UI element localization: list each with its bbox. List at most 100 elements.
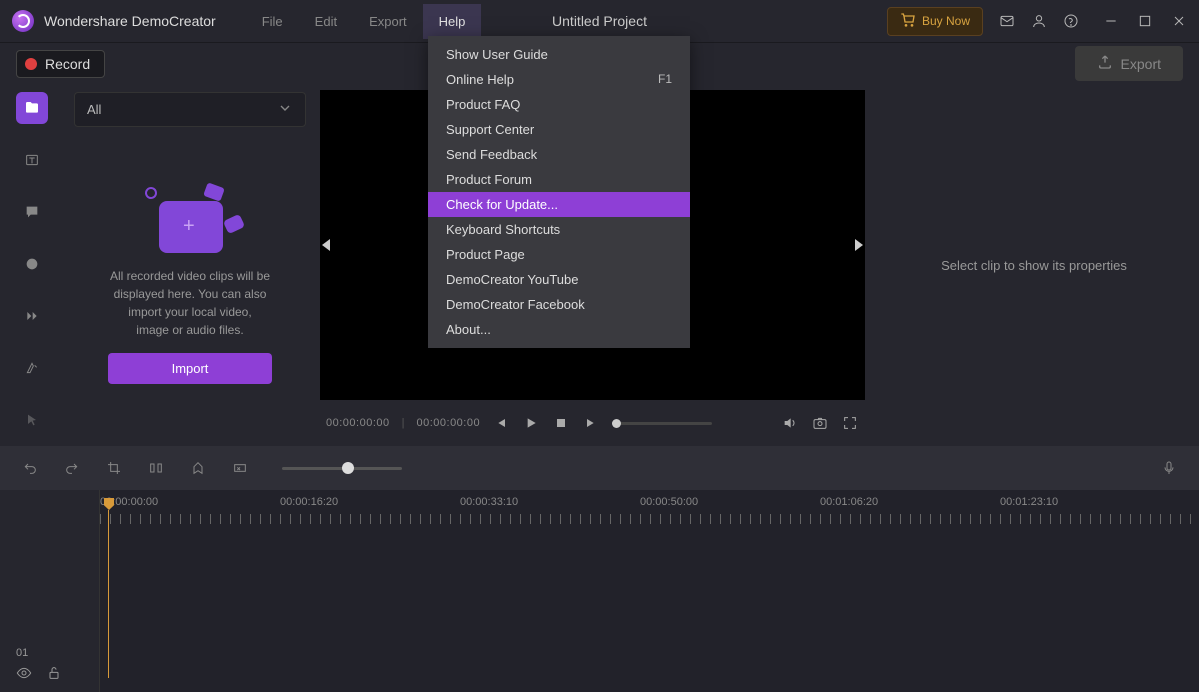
help-menu-item[interactable]: Product Page <box>428 242 690 267</box>
help-menu-item[interactable]: Keyboard Shortcuts <box>428 217 690 242</box>
undo-icon[interactable] <box>20 458 40 478</box>
timeline-ruler[interactable]: 00:00:00:00 00:00:16:20 00:00:33:10 00:0… <box>100 496 1199 532</box>
track-number: 01 <box>16 647 62 659</box>
help-menu-label: Product Page <box>446 247 525 262</box>
window-controls <box>1103 13 1187 29</box>
chevron-down-icon <box>277 100 293 119</box>
minimize-icon[interactable] <box>1103 13 1119 29</box>
help-menu-label: Product FAQ <box>446 97 520 112</box>
help-menu-label: Check for Update... <box>446 197 558 212</box>
help-menu-item[interactable]: Product Forum <box>428 167 690 192</box>
record-button[interactable]: Record <box>16 50 105 78</box>
app-title: Wondershare DemoCreator <box>44 13 216 29</box>
export-icon <box>1097 54 1113 73</box>
help-menu-label: Keyboard Shortcuts <box>446 222 560 237</box>
help-menu-item[interactable]: Check for Update... <box>428 192 690 217</box>
snapshot-icon[interactable] <box>811 414 829 432</box>
redo-icon[interactable] <box>62 458 82 478</box>
play-button-icon[interactable] <box>522 414 540 432</box>
stickers-tab[interactable] <box>16 248 48 280</box>
help-menu-item[interactable]: DemoCreator Facebook <box>428 292 690 317</box>
aspect-icon[interactable] <box>230 458 250 478</box>
cursor-tab[interactable] <box>16 404 48 436</box>
media-library-tab[interactable] <box>16 92 48 124</box>
help-menu-item[interactable]: DemoCreator YouTube <box>428 267 690 292</box>
help-menu-label: Show User Guide <box>446 47 548 62</box>
lock-icon[interactable] <box>46 665 62 684</box>
preview-controls: 00:00:00:00 | 00:00:00:00 <box>316 400 869 446</box>
prev-button-icon[interactable] <box>492 414 510 432</box>
prev-frame-handle-icon[interactable] <box>322 239 330 251</box>
record-dot-icon <box>25 58 37 70</box>
annotation-tab[interactable] <box>16 196 48 228</box>
left-toolbar <box>0 84 64 446</box>
cart-icon <box>900 12 916 31</box>
export-label: Export <box>1121 56 1161 72</box>
fullscreen-icon[interactable] <box>841 414 859 432</box>
buy-now-button[interactable]: Buy Now <box>887 7 983 36</box>
help-menu-label: DemoCreator YouTube <box>446 272 579 287</box>
titlebar-right: Buy Now <box>887 7 1187 36</box>
time-separator: | <box>402 417 405 429</box>
record-label: Record <box>45 56 90 72</box>
help-menu-label: Support Center <box>446 122 534 137</box>
timeline-toolbar <box>0 446 1199 490</box>
media-empty-line: image or audio files. <box>82 321 298 339</box>
help-menu-item[interactable]: Send Feedback <box>428 142 690 167</box>
stop-button-icon[interactable] <box>552 414 570 432</box>
menu-export[interactable]: Export <box>353 4 423 39</box>
marker-icon[interactable] <box>188 458 208 478</box>
properties-panel: Select clip to show its properties <box>869 84 1199 446</box>
ruler-label: 00:01:06:20 <box>820 496 1000 508</box>
help-menu-shortcut: F1 <box>658 72 672 87</box>
main-menu: File Edit Export Help <box>246 4 482 39</box>
folder-graphic-icon: + <box>145 187 235 257</box>
help-icon[interactable] <box>1063 13 1079 29</box>
project-title: Untitled Project <box>552 13 647 29</box>
import-button[interactable]: Import <box>108 353 272 384</box>
seek-slider[interactable] <box>612 422 712 425</box>
effects-tab[interactable] <box>16 352 48 384</box>
time-total: 00:00:00:00 <box>416 417 480 429</box>
text-tab[interactable] <box>16 144 48 176</box>
ruler-label: 00:00:33:10 <box>460 496 640 508</box>
export-button[interactable]: Export <box>1075 46 1183 81</box>
close-icon[interactable] <box>1171 13 1187 29</box>
menu-edit[interactable]: Edit <box>299 4 353 39</box>
ruler-ticks <box>100 514 1199 524</box>
help-menu-item[interactable]: Show User Guide <box>428 42 690 67</box>
media-empty-illustration: + All recorded video clips will be displ… <box>74 187 306 339</box>
help-menu-label: Online Help <box>446 72 514 87</box>
help-menu-item[interactable]: About... <box>428 317 690 342</box>
help-menu-item[interactable]: Support Center <box>428 117 690 142</box>
time-current: 00:00:00:00 <box>326 417 390 429</box>
help-menu-item[interactable]: Product FAQ <box>428 92 690 117</box>
volume-icon[interactable] <box>781 414 799 432</box>
mail-icon[interactable] <box>999 13 1015 29</box>
playhead[interactable] <box>104 498 114 678</box>
help-dropdown-menu: Show User Guide Online Help F1 Product FAQ S… <box>428 36 690 348</box>
ruler-labels: 00:00:00:00 00:00:16:20 00:00:33:10 00:0… <box>100 496 1199 508</box>
menu-file[interactable]: File <box>246 4 299 39</box>
user-icon[interactable] <box>1031 13 1047 29</box>
zoom-slider[interactable] <box>282 467 402 470</box>
mic-icon[interactable] <box>1159 458 1179 478</box>
maximize-icon[interactable] <box>1137 13 1153 29</box>
menu-help[interactable]: Help <box>423 4 482 39</box>
category-dropdown[interactable]: All <box>74 92 306 127</box>
help-menu-label: Product Forum <box>446 172 532 187</box>
buy-now-label: Buy Now <box>922 14 970 28</box>
ruler-label: 00:00:00:00 <box>100 496 280 508</box>
next-button-icon[interactable] <box>582 414 600 432</box>
next-frame-handle-icon[interactable] <box>855 239 863 251</box>
media-empty-text: All recorded video clips will be display… <box>74 267 306 339</box>
help-menu-item[interactable]: Online Help F1 <box>428 67 690 92</box>
app-logo-icon <box>12 10 34 32</box>
visibility-icon[interactable] <box>16 665 32 684</box>
split-icon[interactable] <box>146 458 166 478</box>
timeline[interactable]: 00:00:00:00 00:00:16:20 00:00:33:10 00:0… <box>0 490 1199 692</box>
timeline-track-controls: 01 <box>16 647 62 684</box>
crop-icon[interactable] <box>104 458 124 478</box>
transitions-tab[interactable] <box>16 300 48 332</box>
ruler-label: 00:00:16:20 <box>280 496 460 508</box>
